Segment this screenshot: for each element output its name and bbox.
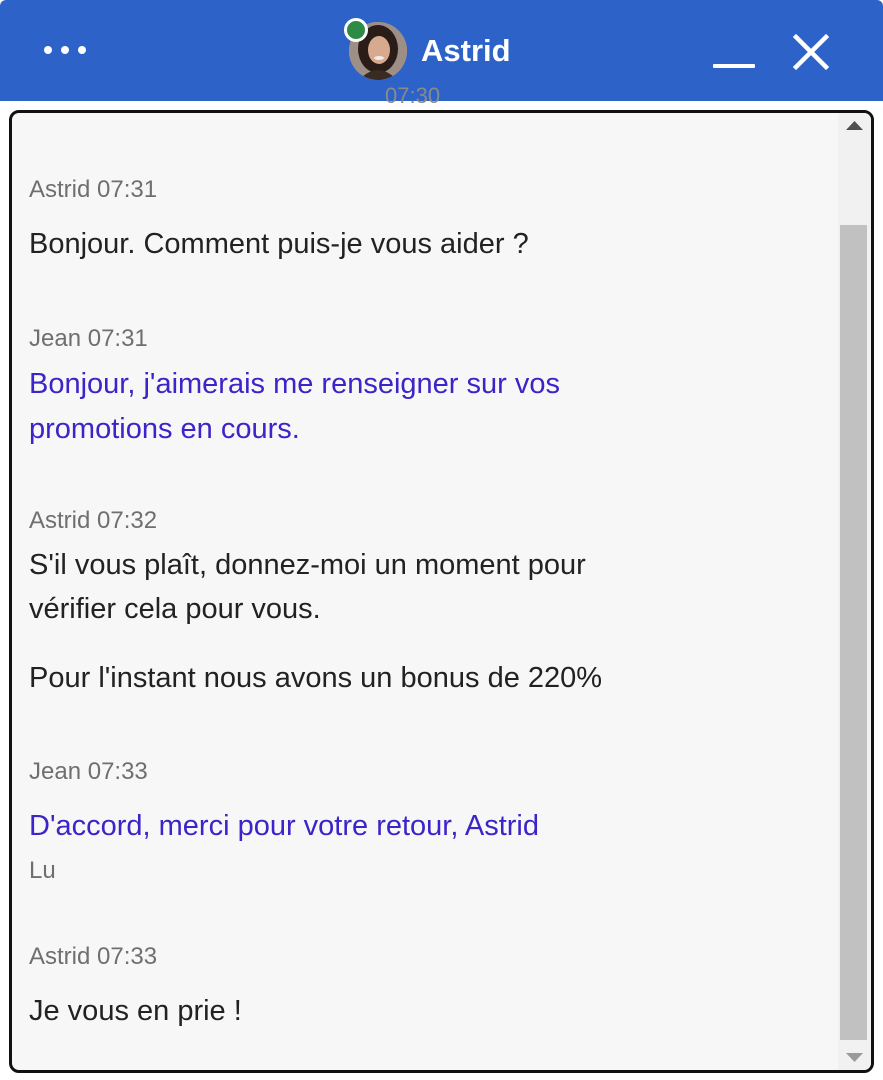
agent-name: Astrid	[421, 33, 511, 68]
scrollbar[interactable]	[838, 113, 871, 1070]
user-message: D'accord, merci pour votre retour, Astri…	[29, 810, 540, 842]
agent-message: S'il vous plaît, donnez-moi un moment po…	[29, 549, 586, 581]
user-message: Bonjour, j'aimerais me renseigner sur vo…	[29, 368, 560, 400]
message-area: Astrid 07:31 Bonjour. Comment puis-je vo…	[9, 110, 874, 1073]
message-meta: Astrid 07:32	[29, 507, 158, 534]
user-message: promotions en cours.	[29, 413, 300, 445]
message-meta: Jean 07:31	[29, 325, 148, 352]
agent-message: vérifier cela pour vous.	[29, 593, 321, 625]
agent-message: Je vous en prie !	[29, 995, 242, 1027]
scroll-down-icon[interactable]	[838, 1042, 871, 1070]
agent-message: Pour l'instant nous avons un bonus de 22…	[29, 662, 603, 694]
message-meta: Jean 07:33	[29, 758, 148, 785]
scrollbar-thumb[interactable]	[840, 225, 867, 1040]
scroll-up-icon[interactable]	[838, 113, 871, 141]
minimize-icon[interactable]	[711, 36, 757, 76]
close-icon[interactable]	[789, 30, 833, 74]
read-receipt: Lu	[29, 857, 56, 884]
online-status-indicator	[344, 18, 368, 42]
message-meta: Astrid 07:31	[29, 176, 158, 203]
scrolled-timestamp: 07:30	[385, 86, 441, 103]
agent-message: Bonjour. Comment puis-je vous aider ?	[29, 228, 529, 260]
message-list: Astrid 07:31 Bonjour. Comment puis-je vo…	[12, 113, 840, 1070]
more-dots-icon[interactable]	[44, 40, 100, 60]
chat-header: Astrid	[0, 0, 883, 101]
message-meta: Astrid 07:33	[29, 943, 158, 970]
